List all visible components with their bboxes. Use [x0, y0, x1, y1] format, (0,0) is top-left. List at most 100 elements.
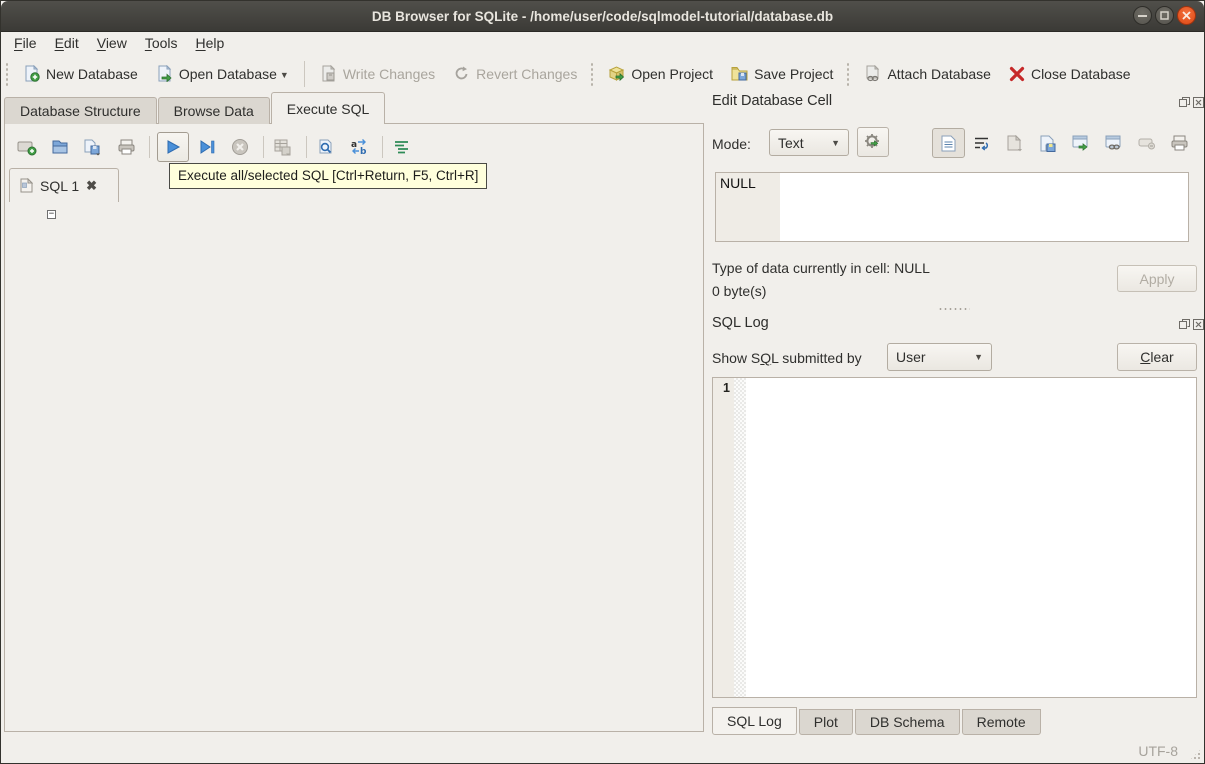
open-external-icon[interactable] — [1064, 128, 1097, 158]
open-database-dropdown-arrow[interactable]: ▼ — [280, 70, 289, 82]
tab-browse-data[interactable]: Browse Data — [157, 97, 270, 124]
open-project-button[interactable]: Open Project — [599, 61, 722, 86]
new-database-button[interactable]: New Database — [14, 61, 147, 86]
mode-combobox[interactable]: Text ▼ — [769, 129, 849, 156]
close-panel-icon[interactable] — [1193, 319, 1204, 330]
export-data-icon[interactable] — [1031, 128, 1064, 158]
revert-changes-icon — [455, 66, 468, 80]
main-view-tabs: Database Structure Browse Data Execute S… — [4, 92, 386, 124]
svg-text:b: b — [360, 147, 367, 156]
fold-collapse-icon[interactable]: − — [47, 210, 56, 219]
toolbar-drag-handle[interactable] — [846, 61, 852, 86]
mode-label: Mode: — [712, 136, 751, 152]
float-panel-icon[interactable] — [1179, 97, 1190, 108]
dock-tab-plot[interactable]: Plot — [798, 709, 853, 735]
apply-button[interactable]: Apply — [1117, 265, 1197, 292]
attach-database-icon — [866, 65, 880, 82]
maximize-icon — [1160, 11, 1169, 20]
copy-link-icon[interactable] — [1097, 128, 1130, 158]
toolbar-drag-handle[interactable] — [590, 61, 596, 86]
titlebar[interactable]: DB Browser for SQLite - /home/user/code/… — [1, 1, 1204, 32]
execute-line-icon[interactable] — [195, 135, 219, 159]
write-changes-icon — [322, 65, 336, 82]
new-sql-tab-icon[interactable] — [15, 135, 39, 159]
find-replace-icon[interactable]: a b — [347, 135, 371, 159]
sql-log-title: SQL Log — [712, 315, 769, 331]
find-icon[interactable] — [314, 135, 338, 159]
tab-execute-sql[interactable]: Execute SQL — [270, 92, 386, 124]
minimize-icon — [1138, 15, 1147, 17]
close-icon — [1182, 11, 1191, 20]
menubar: File Edit View Tools Help — [1, 31, 1204, 55]
set-null-icon[interactable] — [1130, 128, 1163, 158]
sql-toolbar-separator — [149, 136, 150, 158]
open-database-icon — [158, 65, 172, 82]
cell-toolbar — [932, 128, 1196, 158]
sql-tab-close-icon[interactable]: ✖ — [86, 178, 97, 194]
format-sql-icon[interactable] — [390, 135, 414, 159]
log-filter-combobox[interactable]: User ▼ — [887, 343, 992, 371]
execute-tooltip: Execute all/selected SQL [Ctrl+Return, F… — [169, 163, 488, 189]
show-sql-label: Show SQL submitted by — [712, 350, 862, 366]
cell-value: NULL — [720, 175, 756, 191]
close-database-button[interactable]: Close Database — [1000, 62, 1140, 86]
edit-cell-dock-buttons — [1179, 97, 1204, 108]
text-mode-icon[interactable] — [932, 128, 965, 158]
chevron-down-icon: ▼ — [831, 137, 840, 148]
float-panel-icon[interactable] — [1179, 319, 1190, 330]
menu-view[interactable]: View — [88, 33, 136, 53]
toolbar-separator — [303, 60, 305, 87]
open-database-button[interactable]: Open Database ▼ — [147, 61, 298, 86]
open-sql-file-icon[interactable] — [48, 135, 72, 159]
auto-mode-button[interactable] — [857, 127, 889, 157]
auto-switch-icon — [865, 134, 879, 148]
dock-tabs: SQL Log Plot DB Schema Remote — [712, 707, 1043, 735]
sql-toolbar-separator — [306, 136, 307, 158]
cell-value-editor[interactable]: NULL — [715, 172, 1189, 242]
sql-toolbar: a b — [15, 131, 423, 163]
execute-sql-pane — [4, 123, 704, 732]
minimize-button[interactable] — [1133, 6, 1152, 25]
save-sql-file-icon[interactable] — [81, 135, 105, 159]
dock-tab-sql-log[interactable]: SQL Log — [712, 707, 797, 735]
write-changes-button[interactable]: Write Changes — [311, 61, 444, 86]
log-line-number: 1 — [713, 378, 734, 697]
attach-database-button[interactable]: Attach Database — [855, 61, 1000, 86]
sql-tab-label: SQL 1 — [40, 177, 80, 194]
maximize-button[interactable] — [1155, 6, 1174, 25]
stop-icon[interactable] — [228, 135, 252, 159]
close-button[interactable] — [1177, 6, 1196, 25]
tab-database-structure[interactable]: Database Structure — [4, 97, 157, 124]
dock-tab-db-schema[interactable]: DB Schema — [854, 709, 960, 735]
sql-document-tab[interactable]: SQL 1 ✖ — [9, 168, 119, 202]
cell-type-info: Type of data currently in cell: NULL — [712, 260, 930, 276]
save-results-icon[interactable] — [271, 135, 295, 159]
save-project-icon — [731, 67, 748, 81]
resize-grip-icon[interactable] — [1189, 748, 1202, 761]
print-cell-icon[interactable] — [1163, 128, 1196, 158]
encoding-status: UTF-8 — [1138, 743, 1178, 759]
import-data-icon[interactable] — [998, 128, 1031, 158]
edit-cell-title: Edit Database Cell — [712, 93, 833, 109]
revert-changes-button[interactable]: Revert Changes — [444, 61, 586, 86]
clear-log-button[interactable]: Clear — [1117, 343, 1197, 371]
print-icon[interactable] — [114, 135, 138, 159]
dock-panels-splitter[interactable] — [938, 307, 970, 311]
menu-edit[interactable]: Edit — [46, 33, 88, 53]
word-wrap-icon[interactable] — [965, 128, 998, 158]
sql-log-area[interactable]: 1 — [712, 377, 1197, 698]
open-project-icon — [609, 66, 625, 82]
menu-help[interactable]: Help — [187, 33, 234, 53]
execute-all-icon[interactable] — [157, 132, 189, 162]
svg-text:a: a — [351, 140, 357, 150]
sql-log-dock-buttons — [1179, 319, 1204, 330]
menu-file[interactable]: File — [5, 33, 46, 53]
cell-size-info: 0 byte(s) — [712, 283, 767, 299]
toolbar-drag-handle[interactable] — [5, 61, 10, 86]
save-project-button[interactable]: Save Project — [722, 61, 842, 86]
window-title: DB Browser for SQLite - /home/user/code/… — [371, 8, 834, 24]
chevron-down-icon: ▼ — [974, 352, 983, 362]
close-panel-icon[interactable] — [1193, 97, 1204, 108]
dock-tab-remote[interactable]: Remote — [961, 709, 1041, 735]
menu-tools[interactable]: Tools — [136, 33, 187, 53]
